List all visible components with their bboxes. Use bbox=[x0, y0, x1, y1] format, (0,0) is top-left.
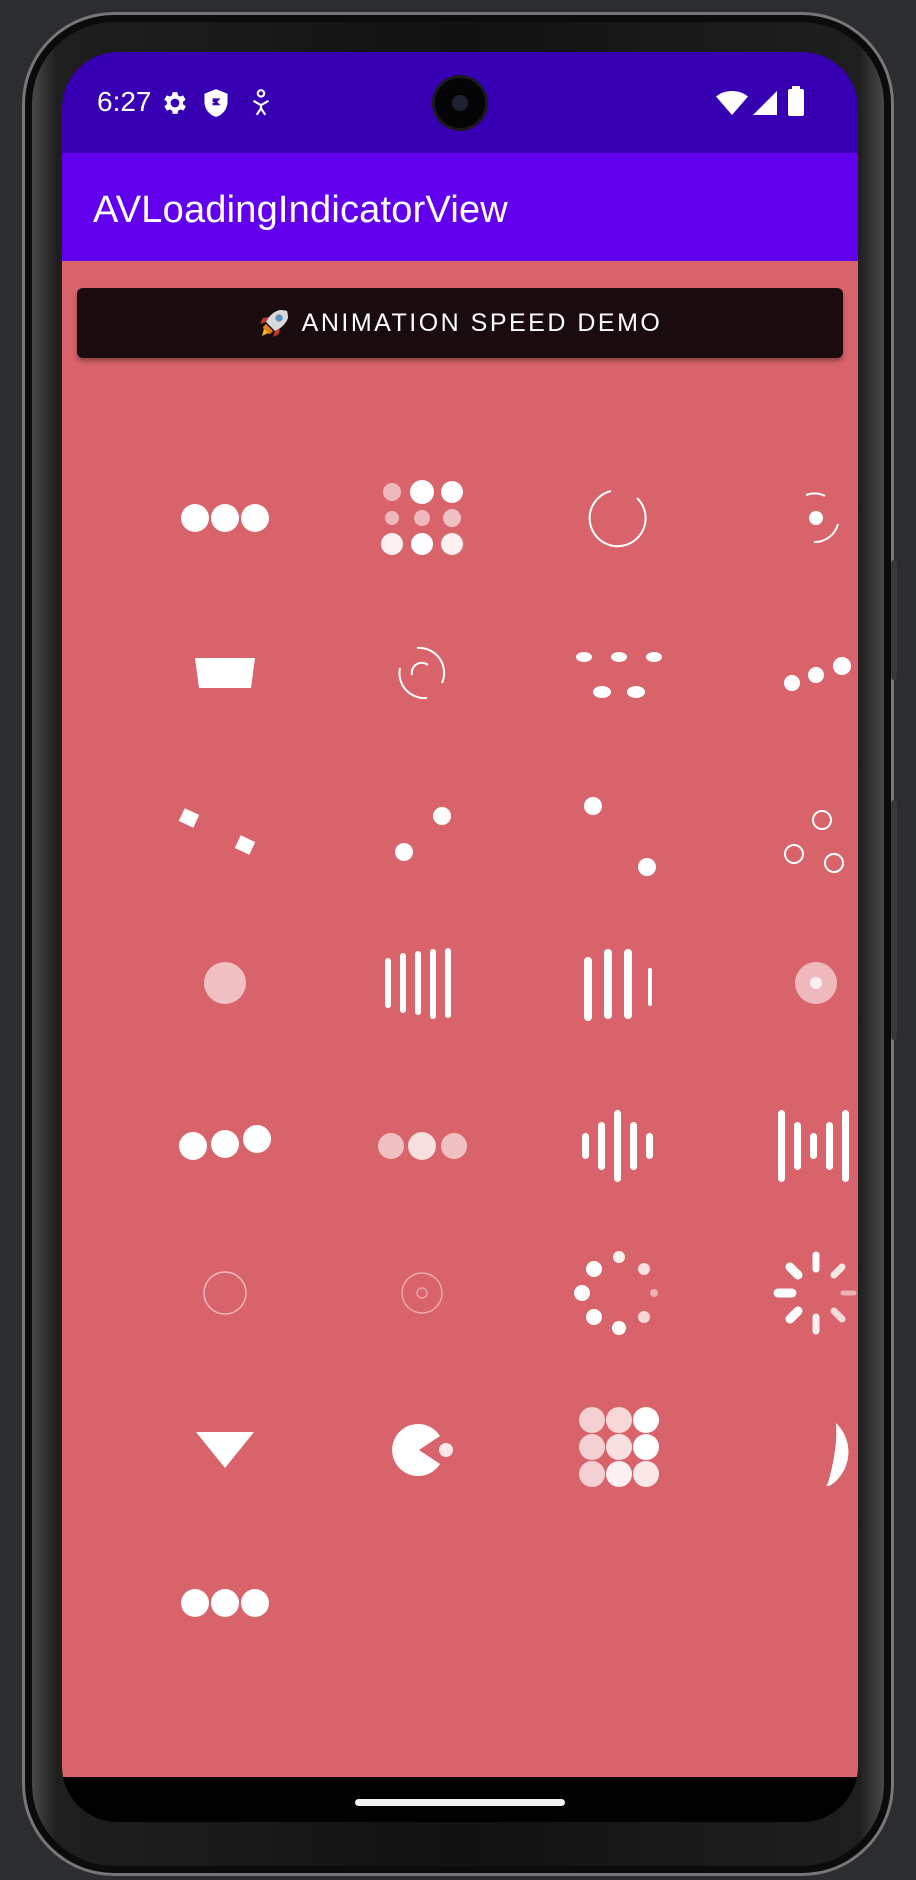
ball-pulse-indicator-2[interactable] bbox=[165, 1543, 285, 1663]
line-scale-pulse-out-rapid-indicator[interactable] bbox=[756, 1078, 858, 1198]
ball-grid-pulse-indicator[interactable] bbox=[362, 458, 482, 578]
signal-icon bbox=[752, 90, 778, 121]
navigation-bar bbox=[62, 1777, 858, 1822]
triangle-skew-spin-indicator[interactable] bbox=[165, 1388, 285, 1508]
battery-icon bbox=[788, 86, 804, 121]
wifi-icon bbox=[716, 90, 748, 121]
ball-pulse-indicator[interactable] bbox=[165, 458, 285, 578]
ball-scale-ripple-multiple-indicator[interactable] bbox=[362, 1233, 482, 1353]
line-scale-party-indicator[interactable] bbox=[559, 923, 679, 1043]
ball-spin-fade-loader-indicator[interactable] bbox=[559, 1233, 679, 1353]
ball-scale-multiple-indicator[interactable] bbox=[756, 923, 858, 1043]
cube-transition-indicator[interactable] bbox=[165, 768, 285, 888]
app-bar: AVLoadingIndicatorView bbox=[62, 153, 858, 261]
ball-scale-ripple-indicator[interactable] bbox=[165, 1233, 285, 1353]
ball-clip-rotate-pulse-indicator[interactable] bbox=[756, 458, 858, 578]
line-spin-fade-loader-indicator[interactable] bbox=[756, 1233, 858, 1353]
gear-icon bbox=[160, 88, 190, 123]
ball-triangle-path-indicator[interactable] bbox=[756, 768, 858, 888]
ball-pulse-sync-indicator[interactable] bbox=[165, 1078, 285, 1198]
ball-clip-rotate-multiple-indicator[interactable] bbox=[362, 613, 482, 733]
square-spin-indicator[interactable] bbox=[165, 613, 285, 733]
power-button bbox=[891, 560, 897, 680]
ball-rotate-indicator[interactable] bbox=[756, 613, 858, 733]
volume-button bbox=[891, 800, 897, 1040]
line-scale-indicator[interactable] bbox=[362, 923, 482, 1043]
device-screen: 6:27 AVLoadingIndicatorView ANIMATION SP… bbox=[62, 52, 858, 1822]
ball-beat-indicator[interactable] bbox=[362, 1078, 482, 1198]
line-scale-pulse-out-indicator[interactable] bbox=[559, 1078, 679, 1198]
ball-clip-rotate-indicator[interactable] bbox=[559, 458, 679, 578]
shield-icon bbox=[202, 88, 230, 123]
status-time: 6:27 bbox=[97, 86, 152, 117]
ball-grid-beat-indicator[interactable] bbox=[559, 1388, 679, 1508]
semi-circle-spin-indicator[interactable] bbox=[756, 1388, 858, 1508]
ball-pulse-rise-indicator[interactable] bbox=[559, 613, 679, 733]
accessibility-icon bbox=[250, 88, 272, 123]
front-camera bbox=[435, 78, 485, 128]
ball-zig-zag-deflect-indicator[interactable] bbox=[559, 768, 679, 888]
status-bar: 6:27 bbox=[62, 52, 858, 153]
ball-zig-zag-indicator[interactable] bbox=[362, 768, 482, 888]
indicator-grid bbox=[62, 261, 858, 1777]
app-title: AVLoadingIndicatorView bbox=[93, 189, 508, 231]
home-gesture-handle[interactable] bbox=[355, 1799, 565, 1806]
pacman-indicator[interactable] bbox=[362, 1388, 482, 1508]
content-area: ANIMATION SPEED DEMO bbox=[62, 261, 858, 1777]
ball-scale-indicator[interactable] bbox=[165, 923, 285, 1043]
